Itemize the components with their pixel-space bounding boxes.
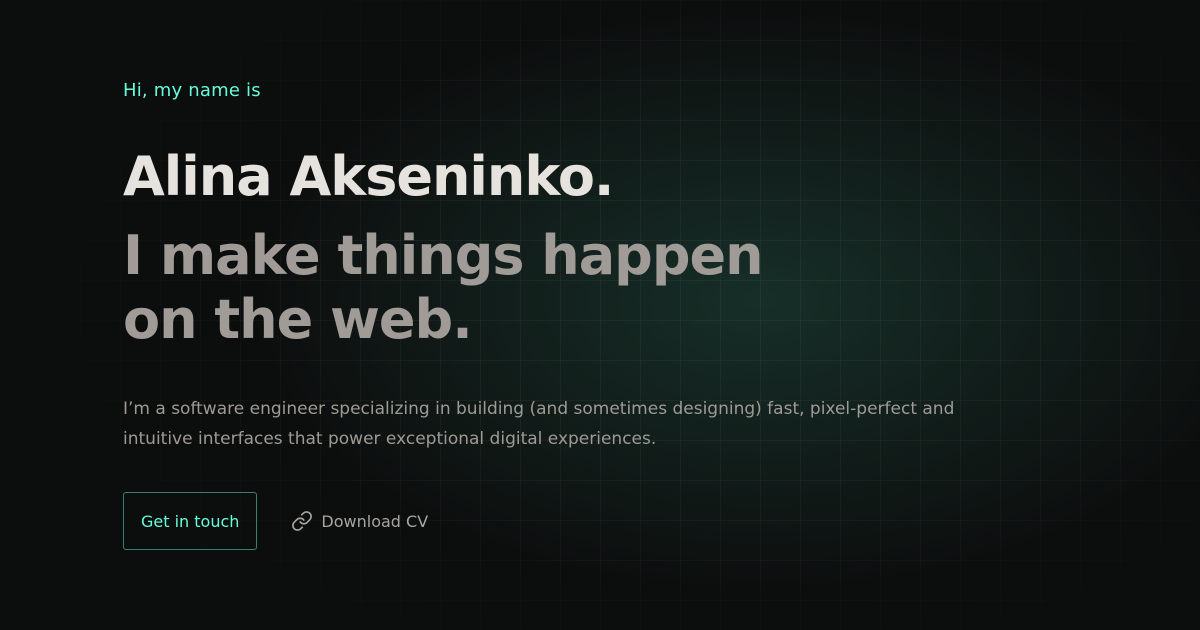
download-cv-link[interactable]: Download CV	[291, 510, 428, 532]
download-cv-label: Download CV	[321, 511, 429, 531]
hero-name: Alina Akseninko.	[123, 145, 614, 208]
hero-description: I’m a software engineer specializing in …	[123, 399, 955, 449]
get-in-touch-button[interactable]: Get in touch	[123, 492, 258, 550]
hero-tagline: I make things happen on the web.	[123, 224, 764, 351]
hero-page: Hi, my name is Alina Akseninko. I make t…	[0, 0, 1200, 630]
hero-actions: Get in touch Download CV	[123, 492, 428, 550]
intro-text: Hi, my name is	[123, 80, 261, 101]
link-icon	[291, 510, 313, 532]
